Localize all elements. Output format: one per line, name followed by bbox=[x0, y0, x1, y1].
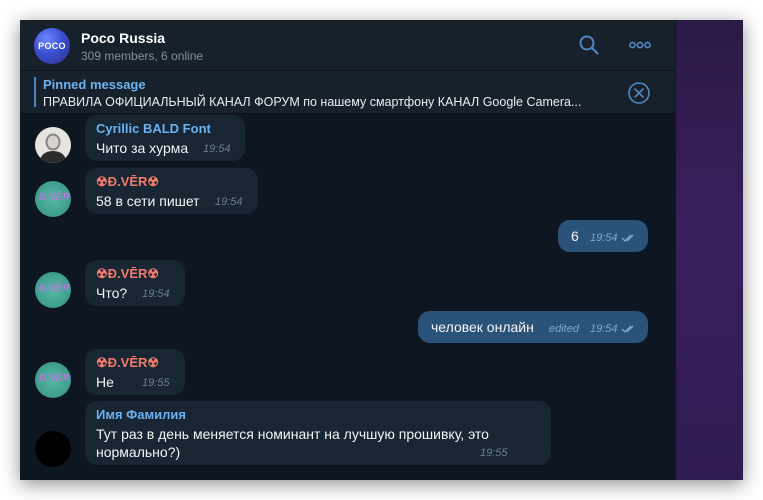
message-text: Что? bbox=[96, 285, 128, 301]
message-time: 19:54 bbox=[203, 143, 231, 155]
pinned-message-bar[interactable]: Pinned message ПРАВИЛА ОФИЦИАЛЬНЫЙ КАНАЛ… bbox=[20, 71, 675, 114]
avatar-label: Đ.VĒR bbox=[39, 192, 70, 203]
message-bubble[interactable]: ☢Đ.VĒR☢ 58 в сети пишет 19:54 bbox=[85, 168, 258, 214]
message-time: 19:55 bbox=[480, 447, 508, 459]
message-text: 6 bbox=[571, 228, 579, 244]
message-text: Не bbox=[96, 374, 114, 390]
message-text: Чито за хурма bbox=[96, 140, 189, 156]
avatar[interactable]: Đ.VĒR bbox=[35, 181, 71, 217]
message-time: 19:55 bbox=[142, 377, 170, 389]
pinned-text: ПРАВИЛА ОФИЦИАЛЬНЫЙ КАНАЛ ФОРУМ по нашем… bbox=[43, 95, 582, 109]
chat-title[interactable]: Poco Russia bbox=[81, 30, 165, 46]
outgoing-message-bubble[interactable]: 6 19:54 bbox=[558, 220, 648, 252]
message-bubble[interactable]: Cyrillic BALD Font Чито за хурма 19:54 bbox=[85, 115, 245, 161]
close-icon[interactable] bbox=[627, 81, 651, 105]
avatar-label: Đ.VĒR bbox=[39, 283, 70, 294]
sender-name[interactable]: Имя Фамилия bbox=[96, 407, 186, 422]
message-time: 19:54 bbox=[590, 323, 618, 335]
message-text: человек онлайн bbox=[431, 319, 534, 335]
pinned-title: Pinned message bbox=[43, 77, 146, 92]
sender-name[interactable]: Cyrillic BALD Font bbox=[96, 121, 211, 136]
chat-avatar[interactable]: POCO bbox=[34, 28, 70, 64]
chat-header[interactable]: POCO Poco Russia 309 members, 6 online bbox=[20, 20, 675, 71]
avatar[interactable]: Đ.VĒR bbox=[35, 362, 71, 398]
sender-name[interactable]: ☢Đ.VĒR☢ bbox=[96, 266, 159, 282]
message-bubble[interactable]: ☢Đ.VĒR☢ Что? 19:54 bbox=[85, 260, 185, 306]
message-time: 19:54 bbox=[215, 196, 243, 208]
message-text-line: Тут раз в день меняется номинант на лучш… bbox=[96, 426, 489, 442]
message-time: 19:54 bbox=[142, 288, 170, 300]
pinned-accent-bar bbox=[34, 77, 36, 107]
avatar[interactable] bbox=[35, 431, 71, 467]
user-icon bbox=[39, 133, 67, 163]
more-icon[interactable] bbox=[628, 34, 652, 56]
chat-panel: POCO Poco Russia 309 members, 6 online P… bbox=[20, 20, 675, 480]
chat-members-status: 309 members, 6 online bbox=[81, 49, 204, 63]
sender-name[interactable]: ☢Đ.VĒR☢ bbox=[96, 174, 159, 190]
message-time: 19:54 bbox=[590, 232, 618, 244]
sender-name[interactable]: ☢Đ.VĒR☢ bbox=[96, 355, 159, 371]
double-check-icon bbox=[621, 234, 634, 242]
avatar[interactable] bbox=[35, 127, 71, 163]
outgoing-message-bubble[interactable]: человек онлайн edited 19:54 bbox=[418, 311, 648, 343]
message-text: 58 в сети пишет bbox=[96, 193, 200, 209]
message-bubble[interactable]: ☢Đ.VĒR☢ Не 19:55 bbox=[85, 349, 185, 395]
edited-label: edited bbox=[549, 323, 579, 335]
avatar[interactable]: Đ.VĒR bbox=[35, 272, 71, 308]
side-background bbox=[675, 20, 743, 480]
message-text-line: нормально?) bbox=[96, 444, 181, 460]
message-bubble[interactable]: Имя Фамилия Тут раз в день меняется номи… bbox=[85, 401, 551, 465]
search-icon[interactable] bbox=[578, 34, 600, 56]
double-check-icon bbox=[621, 325, 634, 333]
telegram-window: POCO Poco Russia 309 members, 6 online P… bbox=[20, 20, 743, 480]
avatar-label: Đ.VĒR bbox=[39, 373, 70, 384]
